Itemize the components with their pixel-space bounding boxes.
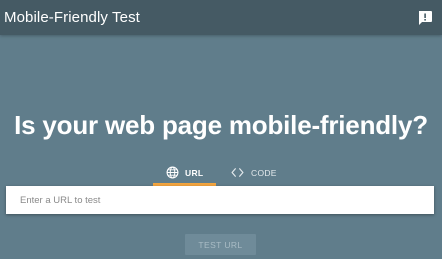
code-icon (231, 168, 244, 177)
mobile-friendly-test-app: Mobile-Friendly Test Is your web page mo… (0, 0, 442, 259)
tab-url-label: URL (185, 167, 204, 178)
url-input-container (6, 186, 434, 214)
test-url-button[interactable]: TEST URL (185, 234, 256, 255)
app-title: Mobile-Friendly Test (4, 9, 140, 26)
tab-url[interactable]: URL (153, 160, 216, 186)
feedback-button[interactable] (415, 8, 435, 28)
tab-code-label: CODE (251, 167, 277, 178)
page-headline: Is your web page mobile-friendly? (14, 110, 428, 140)
globe-icon (166, 166, 179, 179)
app-header: Mobile-Friendly Test (0, 0, 442, 35)
url-input[interactable] (6, 186, 434, 214)
tab-code[interactable]: CODE (226, 160, 282, 185)
feedback-icon (419, 11, 432, 25)
